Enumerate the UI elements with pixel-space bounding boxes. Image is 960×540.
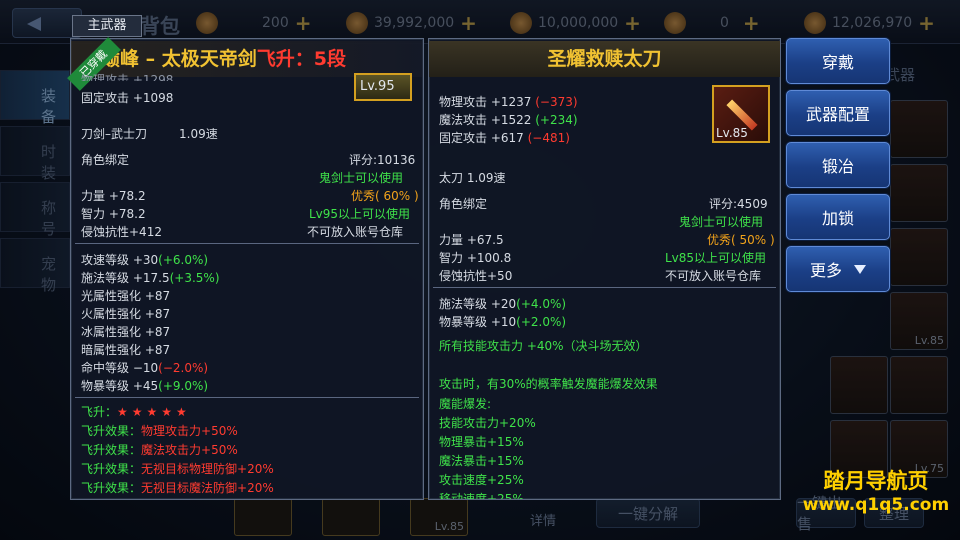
- attack-line: 物理攻击 +1237 (−373): [439, 95, 578, 109]
- stat-line: 冰属性强化 +87: [81, 325, 171, 339]
- stat-line: 火属性强化 +87: [81, 307, 171, 321]
- proc-effect: 攻击速度+25%: [439, 473, 524, 487]
- compare-weapon-panel: 圣耀救赎太刀 Lv.85 物理攻击 +1237 (−373) 魔法攻击 +152…: [428, 38, 781, 500]
- compare-weapon-level: Lv.85: [716, 126, 748, 140]
- weapon-speed: 1.09速: [179, 127, 218, 141]
- proc-effect: 技能攻击力+20%: [439, 416, 536, 430]
- intelligence: 智力 +78.2: [81, 207, 146, 221]
- quality: 优秀( 50% ): [707, 233, 775, 247]
- attack-line: 魔法攻击 +1522 (+234): [439, 113, 578, 127]
- stat-line: 命中等级 −10(−2.0%): [81, 361, 209, 375]
- ascension-stars: 飞升：★★★★★: [81, 405, 191, 419]
- fixed-attack: 固定攻击 +1098: [81, 91, 174, 105]
- class-requirement: 鬼剑士可以使用: [319, 171, 404, 185]
- no-account-storage: 不可放入账号仓库: [307, 225, 404, 239]
- equipped-weapon-panel: 巅峰 – 太极天帝剑飞升：5段 已穿戴 Lv.95 物理攻击 +1298 固定攻…: [67, 37, 424, 500]
- proc-effect: 物理暴击+15%: [439, 435, 524, 449]
- corrosion-resist: 侵蚀抗性+50: [439, 269, 513, 283]
- phys-attack-partial: 物理攻击 +1298: [81, 73, 174, 81]
- strength: 力量 +78.2: [81, 189, 146, 203]
- bind-status: 角色绑定: [439, 197, 488, 211]
- weapon-icon-level: Lv.95: [360, 79, 395, 94]
- more-button-label: 更多: [809, 261, 842, 280]
- ascension-effect: 飞升效果：无视目标物理防御+20%: [81, 462, 274, 476]
- weapon-icon: Lv.95: [354, 73, 412, 101]
- weapon-type: 刀剑–武士刀: [81, 127, 148, 141]
- score: 评分:4509: [709, 197, 768, 211]
- compare-weapon-icon: Lv.85: [712, 85, 770, 143]
- stat-line: 攻速等级 +30(+6.0%): [81, 253, 209, 267]
- quality: 优秀( 60% ): [351, 189, 419, 203]
- ascension-effect: 飞升效果：无视目标魔法防御+20%: [81, 481, 274, 495]
- intelligence: 智力 +100.8: [439, 251, 512, 265]
- watermark-title: 踏月导航页: [823, 469, 929, 493]
- stat-line: 物暴等级 +45(+9.0%): [81, 379, 209, 393]
- compare-weapon-title: 圣耀救赎太刀: [429, 41, 780, 77]
- proc-effect: 魔法暴击+15%: [439, 454, 524, 468]
- stat-line: 暗属性强化 +87: [81, 343, 171, 357]
- level-requirement: Lv95以上可以使用: [309, 207, 411, 221]
- bind-status: 角色绑定: [81, 153, 130, 167]
- ascension-effect: 飞升效果：魔法攻击力+50%: [81, 443, 238, 457]
- divider: [75, 397, 419, 398]
- stat-line: 施法等级 +17.5(+3.5%): [81, 271, 220, 285]
- weapon-name: 巅峰 – 太极天帝剑: [101, 48, 257, 70]
- divider: [433, 287, 776, 288]
- chevron-down-icon: [854, 264, 866, 274]
- main-weapon-tab: 主武器: [72, 15, 142, 37]
- no-account-storage: 不可放入账号仓库: [665, 269, 762, 283]
- watermark-url: www.q1q5.com: [802, 495, 950, 515]
- skill-bonus: 所有技能攻击力 +40%（决斗场无效）: [439, 339, 648, 353]
- class-requirement: 鬼剑士可以使用: [679, 215, 764, 229]
- equip-button[interactable]: 穿戴: [786, 38, 890, 84]
- score: 评分:10136: [349, 153, 416, 167]
- lock-button[interactable]: 加锁: [786, 194, 890, 240]
- proc-description: 攻击时，有30%的概率触发魔能爆发效果: [439, 377, 658, 391]
- divider: [75, 243, 419, 244]
- proc-effect: 移动速度+25%: [439, 492, 524, 499]
- attack-line: 固定攻击 +617 (−481): [439, 131, 570, 145]
- more-button[interactable]: 更多: [786, 246, 890, 292]
- weapon-speed: 太刀 1.09速: [439, 171, 506, 185]
- strength: 力量 +67.5: [439, 233, 504, 247]
- stat-line: 施法等级 +20(+4.0%): [439, 297, 567, 311]
- weapon-config-button[interactable]: 武器配置: [786, 90, 890, 136]
- ascension-level: 飞升：5段: [256, 48, 346, 70]
- forge-button[interactable]: 锻冶: [786, 142, 890, 188]
- level-requirement: Lv85以上可以使用: [665, 251, 767, 265]
- watermark: 踏月导航页 www.q1q5.com: [796, 468, 956, 516]
- stat-line: 物暴等级 +10(+2.0%): [439, 315, 567, 329]
- proc-title: 魔能爆发:: [439, 397, 492, 411]
- corrosion-resist: 侵蚀抗性+412: [81, 225, 162, 239]
- ascension-effect: 飞升效果：物理攻击力+50%: [81, 424, 238, 438]
- stat-line: 光属性强化 +87: [81, 289, 171, 303]
